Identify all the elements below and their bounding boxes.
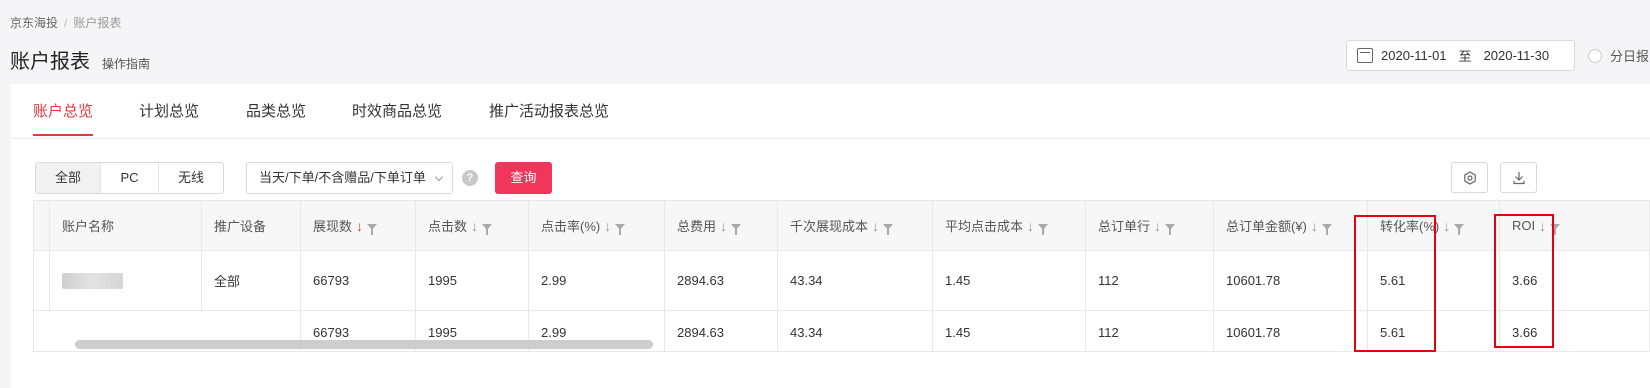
segment-wireless[interactable]: 无线: [159, 163, 223, 193]
sort-icon[interactable]: ↓: [872, 218, 879, 234]
tab-promo-activity-overview[interactable]: 推广活动报表总览: [489, 100, 609, 134]
sort-icon[interactable]: ↓: [1443, 218, 1450, 234]
header-order-amount[interactable]: 总订单金额(¥) ↓: [1214, 201, 1368, 250]
filter-icon[interactable]: [1321, 223, 1332, 235]
table-horizontal-scrollbar[interactable]: [75, 340, 653, 349]
header-order-lines[interactable]: 总订单行 ↓: [1086, 201, 1214, 250]
cell-order-lines: 112: [1086, 311, 1214, 351]
header-total-cost[interactable]: 总费用 ↓: [665, 201, 778, 250]
cell-account-name: [50, 251, 202, 310]
highlight-box-conversion-rate: [1354, 215, 1436, 352]
cell-ctr: 2.99: [529, 251, 665, 310]
sort-icon[interactable]: ↓: [720, 218, 727, 234]
filter-icon[interactable]: [883, 223, 894, 235]
cell-cpm: 43.34: [778, 251, 933, 310]
filter-icon[interactable]: [731, 223, 742, 235]
help-icon[interactable]: ?: [462, 170, 478, 186]
cell-clicks: 1995: [416, 251, 529, 310]
report-panel: 账户总览 计划总览 品类总览 时效商品总览 推广活动报表总览 全部 PC 无线 …: [11, 84, 1650, 388]
filter-icon[interactable]: [1038, 223, 1049, 235]
filter-icon[interactable]: [615, 223, 626, 235]
breadcrumb-root[interactable]: 京东海投: [10, 16, 58, 30]
cell-cpc: 1.45: [933, 251, 1086, 310]
date-start: 2020-11-01: [1381, 48, 1447, 63]
order-type-value: 当天/下单/不含赠品/下单订单: [259, 170, 426, 185]
filter-icon[interactable]: [1165, 223, 1176, 235]
breadcrumb: 京东海投 / 账户报表: [10, 14, 121, 31]
sort-down-icon[interactable]: ↓: [356, 218, 363, 234]
download-button[interactable]: [1500, 162, 1537, 193]
segment-pc[interactable]: PC: [101, 163, 159, 193]
download-icon: [1512, 171, 1525, 184]
cell-impressions: 66793: [301, 251, 416, 310]
sort-icon[interactable]: ↓: [471, 218, 478, 234]
page-title: 账户报表: [10, 51, 90, 73]
header-cpm[interactable]: 千次展现成本 ↓: [778, 201, 933, 250]
cell-order-amount: 10601.78: [1214, 311, 1368, 351]
cell-total-cost: 2894.63: [665, 251, 778, 310]
filter-icon[interactable]: [482, 223, 493, 235]
guide-link[interactable]: 操作指南: [102, 55, 150, 72]
sort-icon[interactable]: ↓: [1154, 218, 1161, 234]
header-cpc[interactable]: 平均点击成本 ↓: [933, 201, 1086, 250]
header-ctr[interactable]: 点击率(%) ↓: [529, 201, 665, 250]
daily-report-radio[interactable]: [1588, 48, 1602, 63]
header-device: 推广设备: [202, 201, 301, 250]
cell-order-amount: 10601.78: [1214, 251, 1368, 310]
device-segment-group: 全部 PC 无线: [35, 162, 224, 194]
date-range-picker[interactable]: 2020-11-01 至 2020-11-30: [1346, 40, 1575, 71]
header-account-name: 账户名称: [50, 201, 202, 250]
header-impressions[interactable]: 展现数 ↓: [301, 201, 416, 250]
settings-button[interactable]: [1451, 162, 1488, 193]
report-tabs: 账户总览 计划总览 品类总览 时效商品总览 推广活动报表总览: [11, 84, 1650, 139]
cell-cpm: 43.34: [778, 311, 933, 351]
order-type-select[interactable]: 当天/下单/不含赠品/下单订单: [246, 162, 453, 194]
cell-device: 全部: [202, 251, 301, 310]
cell-total-cost: 2894.63: [665, 311, 778, 351]
breadcrumb-separator: /: [64, 16, 68, 30]
chevron-down-icon: [434, 172, 444, 182]
sort-icon[interactable]: ↓: [1311, 218, 1318, 234]
sort-icon[interactable]: ↓: [1027, 218, 1034, 234]
filter-bar: 全部 PC 无线 当天/下单/不含赠品/下单订单 ? 查询: [35, 162, 1635, 194]
highlight-box-roi: [1494, 214, 1554, 348]
tab-plan-overview[interactable]: 计划总览: [139, 100, 199, 134]
filter-icon[interactable]: [367, 223, 378, 235]
cell-order-lines: 112: [1086, 251, 1214, 310]
date-separator: 至: [1458, 49, 1472, 64]
tab-timely-product-overview[interactable]: 时效商品总览: [352, 100, 442, 134]
breadcrumb-current: 账户报表: [73, 16, 122, 30]
filter-icon[interactable]: [1454, 223, 1465, 235]
tab-account-overview[interactable]: 账户总览: [33, 100, 94, 136]
table-fixed-gutter: [34, 201, 50, 250]
daily-report-toggle[interactable]: 分日报: [1588, 46, 1649, 65]
redacted-account-name: [62, 272, 123, 289]
daily-report-label: 分日报: [1610, 49, 1650, 64]
query-button[interactable]: 查询: [495, 162, 552, 194]
date-end: 2020-11-30: [1483, 48, 1550, 63]
header-clicks[interactable]: 点击数 ↓: [416, 201, 529, 250]
table-fixed-gutter: [34, 251, 50, 310]
sort-icon[interactable]: ↓: [604, 218, 611, 234]
segment-all[interactable]: 全部: [36, 163, 101, 193]
gear-icon: [1463, 170, 1476, 185]
tab-category-overview[interactable]: 品类总览: [246, 100, 306, 134]
cell-cpc: 1.45: [933, 311, 1086, 351]
calendar-icon: [1357, 48, 1373, 63]
